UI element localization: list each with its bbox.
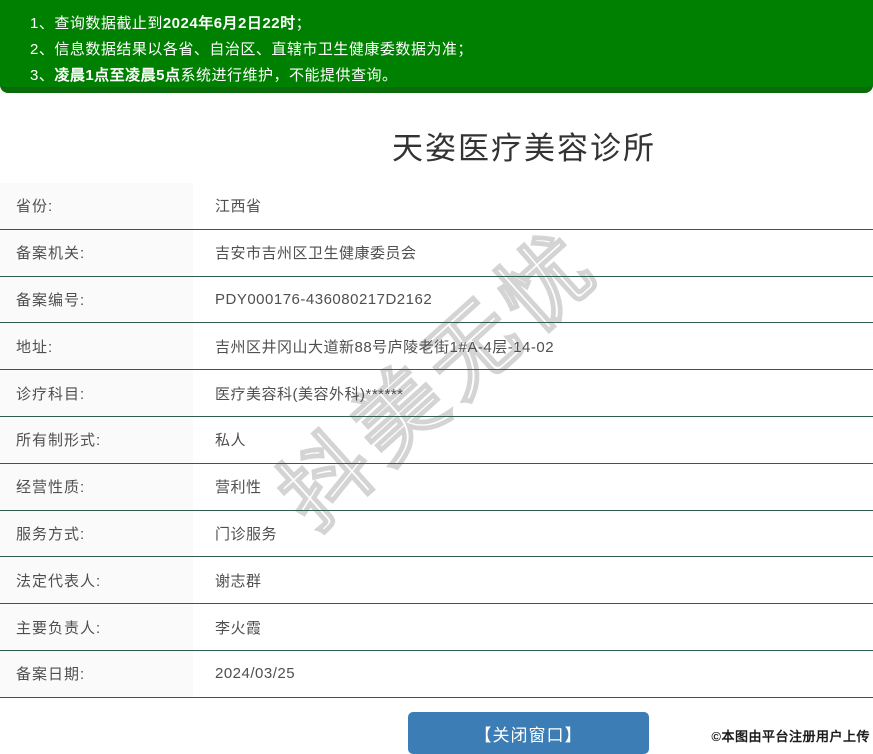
table-row-ownership-form: 所有制形式: 私人 [0,416,873,464]
table-row-medical-subjects: 诊疗科目: 医疗美容科(美容外科)****** [0,370,873,417]
row-label: 主要负责人: [0,604,193,650]
row-label: 法定代表人: [0,557,193,604]
table-row-main-person-in-charge: 主要负责人: 李火霞 [0,604,873,651]
row-label: 备案编号: [0,276,193,323]
notice-banner: 1、查询数据截止到2024年6月2日22时； 2、信息数据结果以各省、自治区、直… [0,0,873,93]
table-row-filing-authority: 备案机关: 吉安市吉州区卫生健康委员会 [0,229,873,277]
table-row-service-mode: 服务方式: 门诊服务 [0,510,873,558]
row-label: 所有制形式: [0,416,193,463]
row-value: 吉安市吉州区卫生健康委员会 [215,245,417,263]
table-row-filing-date: 备案日期: 2024/03/25 [0,650,873,698]
notice-line-3-tail: 系统进行维护，不能提供查询。 [180,67,398,84]
close-window-button[interactable]: 【关闭窗口】 [408,712,649,754]
row-value: 谢志群 [215,572,262,590]
row-value: 营利性 [215,479,262,497]
notice-line-3-bold: 凌晨1点至凌晨5点 [54,67,181,84]
row-label: 备案机关: [0,229,193,276]
table-row-business-nature: 经营性质: 营利性 [0,463,873,511]
row-label: 省份: [0,183,193,229]
table-row-legal-representative: 法定代表人: 谢志群 [0,557,873,605]
notice-line-1-bold: 2024年6月2日22时 [162,15,296,32]
row-value: 江西省 [215,198,262,216]
row-label: 备案日期: [0,650,193,697]
table-row-province: 省份: 江西省 [0,183,873,230]
table-row-address: 地址: 吉州区井冈山大道新88号庐陵老街1#A-4层-14-02 [0,323,873,371]
page-title: 天姿医疗美容诊所 [392,131,656,166]
row-value: 门诊服务 [215,525,278,543]
notice-line-2: 2、信息数据结果以各省、自治区、直辖市卫生健康委数据为准； [30,37,863,63]
table-row-filing-number: 备案编号: PDY000176-436080217D2162 [0,276,873,324]
notice-line-1: 1、查询数据截止到2024年6月2日22时； [30,11,863,37]
row-value: 2024/03/25 [215,665,296,683]
row-label: 服务方式: [0,510,193,557]
notice-line-3-text: 3、 [30,67,55,84]
notice-line-2-text: 2、信息数据结果以各省、自治区、直辖市卫生健康委数据为准； [30,41,473,58]
notice-line-3: 3、凌晨1点至凌晨5点系统进行维护，不能提供查询。 [30,63,863,89]
filing-detail-table: 省份: 江西省 备案机关: 吉安市吉州区卫生健康委员会 备案编号: PDY000… [0,183,873,698]
row-value: 吉州区井冈山大道新88号庐陵老街1#A-4层-14-02 [215,338,555,356]
notice-line-1-text: 1、查询数据截止到 [30,15,163,32]
notice-line-1-tail: ； [295,15,312,32]
row-label: 经营性质: [0,463,193,510]
uploader-credit-stamp: ©本图由平台注册用户上传 [711,729,870,744]
row-value: 李火霞 [215,619,262,637]
row-value: PDY000176-436080217D2162 [215,290,433,308]
row-label: 诊疗科目: [0,370,193,416]
row-label: 地址: [0,323,193,370]
row-value: 医疗美容科(美容外科)****** [215,385,404,403]
row-value: 私人 [215,432,247,450]
